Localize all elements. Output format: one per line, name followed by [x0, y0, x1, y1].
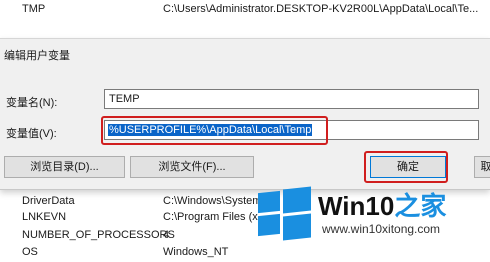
- variable-name: DriverData: [22, 195, 75, 207]
- variable-value: C:\Users\Administrator.DESKTOP-KV2R00L\A…: [163, 3, 479, 15]
- brand-name: Win10之家: [318, 186, 446, 223]
- variable-name-field[interactable]: TEMP: [104, 89, 479, 109]
- watermark-url: www.win10xitong.com: [322, 222, 441, 236]
- brand-suffix: 之家: [394, 191, 447, 221]
- variable-value: Windows_NT: [163, 246, 229, 258]
- variable-value: C:\Windows\System: [163, 195, 262, 207]
- cancel-button[interactable]: 取: [474, 156, 490, 178]
- variable-name: LNKEVN: [22, 211, 67, 223]
- variable-name: OS: [22, 246, 38, 258]
- highlight-box: [101, 116, 328, 145]
- watermark: Win10之家 www.win10xitong.com: [254, 176, 490, 262]
- brand-prefix: Win10: [318, 191, 395, 221]
- variable-name: NUMBER_OF_PROCESSORS: [22, 229, 175, 241]
- variable-value: C:\Program Files (x: [163, 211, 258, 223]
- variable-value-label: 变量值(V):: [6, 128, 57, 140]
- dialog-title: 编辑用户变量: [4, 50, 70, 62]
- edit-user-variable-dialog: 编辑用户变量 变量名(N): TEMP 变量值(V): %USERPROFILE…: [0, 38, 490, 190]
- variable-name-text: TEMP: [109, 93, 140, 105]
- variable-name-label: 变量名(N):: [6, 97, 58, 109]
- variable-value: 4: [163, 229, 170, 241]
- browse-directory-button[interactable]: 浏览目录(D)...: [4, 156, 125, 178]
- variable-name: TMP: [22, 3, 46, 15]
- list-item[interactable]: TMP C:\Users\Administrator.DESKTOP-KV2R0…: [0, 2, 490, 18]
- browse-file-button[interactable]: 浏览文件(F)...: [130, 156, 254, 178]
